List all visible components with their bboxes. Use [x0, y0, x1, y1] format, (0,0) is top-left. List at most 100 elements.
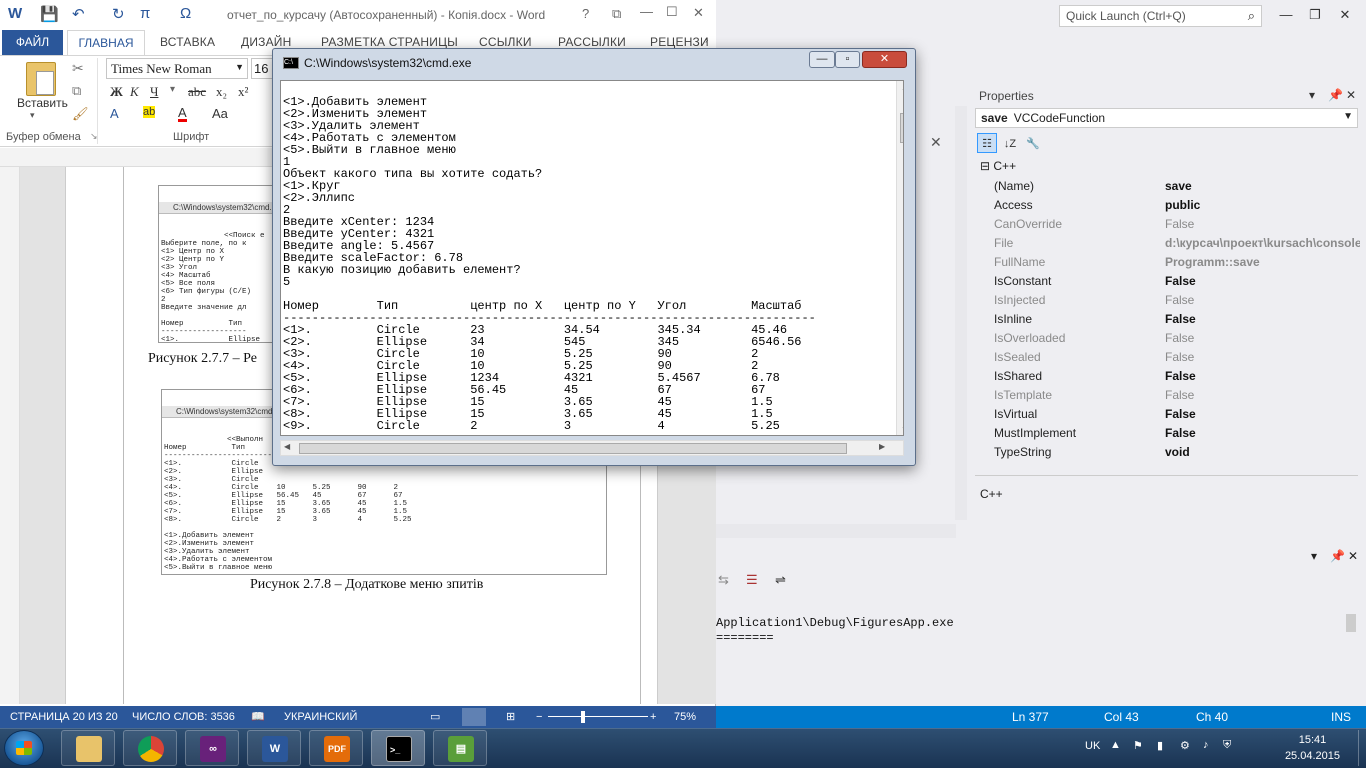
property-row[interactable]: IsVirtual False: [988, 405, 1358, 424]
tab-insert[interactable]: ВСТАВКА: [160, 35, 215, 49]
pin-icon[interactable]: 📌: [1328, 88, 1343, 102]
word-count[interactable]: ЧИСЛО СЛОВ: 3536: [132, 706, 235, 728]
property-row[interactable]: IsInline False: [988, 310, 1358, 329]
network-icon[interactable]: ▮: [1157, 739, 1163, 752]
strikethrough-icon[interactable]: abc: [188, 84, 206, 100]
font-name-select[interactable]: Times New Roman ▼: [106, 58, 248, 79]
minimize-button[interactable]: —: [809, 51, 835, 68]
tab-home[interactable]: ГЛАВНАЯ: [67, 30, 145, 56]
clock[interactable]: 15:41 25.04.2015: [1285, 732, 1340, 764]
property-row[interactable]: IsTemplate False: [988, 386, 1358, 405]
language-indicator[interactable]: УКРАИНСКИЙ: [284, 706, 357, 728]
scroll-down-icon[interactable]: ▼: [901, 425, 903, 434]
undo-icon[interactable]: ↶: [72, 5, 85, 23]
property-row[interactable]: MustImplement False: [988, 424, 1358, 443]
tab-layout[interactable]: РАЗМЕТКА СТРАНИЦЫ: [321, 35, 458, 49]
taskbar-cmd[interactable]: >_: [371, 730, 425, 766]
console-vscrollbar[interactable]: ▲ ▼: [896, 81, 903, 435]
web-layout-icon[interactable]: ⊞: [506, 706, 515, 728]
scroll-right-icon[interactable]: ▶: [879, 442, 885, 451]
cut-icon[interactable]: ✂: [72, 60, 84, 77]
start-button[interactable]: [4, 730, 44, 766]
quick-launch-input[interactable]: Quick Launch (Ctrl+Q) ⌕: [1059, 5, 1262, 27]
symbol-icon[interactable]: Ω: [180, 5, 191, 22]
highlight-icon[interactable]: ab: [143, 106, 156, 118]
volume-icon[interactable]: ♪: [1203, 739, 1209, 751]
property-pages-icon[interactable]: 🔧: [1023, 133, 1043, 153]
taskbar-pdf[interactable]: PDF: [309, 730, 363, 766]
property-row[interactable]: CanOverride False: [988, 215, 1358, 234]
property-row[interactable]: IsShared False: [988, 367, 1358, 386]
save-icon[interactable]: 💾: [40, 5, 59, 23]
editor-scrollbar[interactable]: [955, 106, 967, 520]
clear-all-icon[interactable]: ☰: [746, 572, 758, 588]
change-case-icon[interactable]: Aa: [212, 106, 228, 121]
zoom-in-icon[interactable]: +: [650, 706, 656, 728]
property-row[interactable]: IsConstant False: [988, 272, 1358, 291]
property-row[interactable]: File d:\курсач\проект\kursach\console: [988, 234, 1360, 253]
paste-icon[interactable]: [26, 62, 56, 96]
maximize-button[interactable]: ▫: [835, 51, 860, 68]
bold-icon[interactable]: Ж: [110, 84, 123, 100]
shield-icon[interactable]: ⛨: [1223, 739, 1231, 752]
console-area[interactable]: <1>.Добавить элемент <2>.Изменить элемен…: [280, 80, 904, 436]
alphabetical-icon[interactable]: ↓Z: [1000, 133, 1020, 153]
close-tab-icon[interactable]: ✕: [930, 134, 942, 151]
security-icon[interactable]: ⚙: [1180, 739, 1190, 752]
read-mode-icon[interactable]: ▭: [430, 706, 440, 728]
zoom-level[interactable]: 75%: [674, 706, 696, 728]
console-hscrollbar[interactable]: ◀ ▶: [280, 440, 904, 456]
format-painter-icon[interactable]: 🖌: [72, 106, 89, 122]
tab-review[interactable]: РЕЦЕНЗИ: [650, 35, 709, 49]
help-icon[interactable]: ?: [582, 6, 589, 21]
vertical-ruler[interactable]: [0, 167, 20, 704]
close-icon[interactable]: ✕: [1346, 88, 1356, 102]
ribbon-display-icon[interactable]: ⧉: [612, 6, 621, 22]
property-row[interactable]: IsInjected False: [988, 291, 1358, 310]
underline-icon[interactable]: Ч: [150, 84, 158, 100]
taskbar-app[interactable]: ▤: [433, 730, 487, 766]
chevron-down-icon[interactable]: ▾: [30, 110, 35, 121]
property-row[interactable]: IsSealed False: [988, 348, 1358, 367]
copy-icon[interactable]: ⧉: [72, 83, 81, 99]
property-row[interactable]: FullName Programm::save: [988, 253, 1358, 272]
tab-design[interactable]: ДИЗАЙН: [241, 35, 292, 49]
superscript-icon[interactable]: x²: [238, 84, 248, 100]
properties-category[interactable]: ⊟ C++: [980, 159, 1016, 173]
show-desktop-button[interactable]: [1358, 730, 1366, 766]
tab-mailings[interactable]: РАССЫЛКИ: [558, 35, 626, 49]
taskbar-explorer[interactable]: [61, 730, 115, 766]
tab-references[interactable]: ССЫЛКИ: [479, 35, 532, 49]
proofing-icon[interactable]: 📖: [251, 706, 265, 728]
dropdown-icon[interactable]: ▾: [1311, 549, 1317, 563]
property-row[interactable]: (Name) save: [988, 177, 1358, 196]
subscript-icon[interactable]: x₂: [216, 84, 227, 100]
zoom-slider-thumb[interactable]: [581, 711, 585, 723]
page-indicator[interactable]: СТРАНИЦА 20 ИЗ 20: [10, 706, 118, 728]
chevron-down-icon[interactable]: ▾: [170, 84, 175, 95]
restore-button[interactable]: ❐: [1305, 6, 1325, 24]
dialog-launcher-icon[interactable]: ↘: [90, 131, 98, 142]
tab-file[interactable]: ФАЙЛ: [2, 30, 63, 55]
close-button[interactable]: ✕: [1335, 6, 1355, 24]
cmd-window[interactable]: C:\ C:\Windows\system32\cmd.exe — ▫ ✕ <1…: [272, 48, 916, 466]
font-size-select[interactable]: 16: [251, 58, 273, 79]
output-scrollbar[interactable]: [1346, 614, 1356, 632]
show-hidden-icon[interactable]: ▲: [1110, 739, 1121, 751]
redo-icon[interactable]: ↻: [112, 5, 125, 23]
editor-hscrollbar[interactable]: [716, 524, 956, 538]
properties-object-selector[interactable]: save VCCodeFunction ▼: [975, 108, 1358, 128]
taskbar-chrome[interactable]: [123, 730, 177, 766]
scroll-up-icon[interactable]: ▲: [901, 83, 903, 92]
scroll-left-icon[interactable]: ◀: [284, 442, 290, 451]
pin-icon[interactable]: 📌: [1330, 549, 1345, 563]
property-row[interactable]: Access public: [988, 196, 1358, 215]
property-row[interactable]: IsOverloaded False: [988, 329, 1358, 348]
zoom-out-icon[interactable]: −: [536, 706, 542, 728]
zoom-slider[interactable]: [548, 716, 648, 717]
maximize-button[interactable]: ☐: [666, 4, 678, 20]
print-layout-icon[interactable]: [462, 708, 486, 726]
italic-icon[interactable]: К: [130, 84, 139, 100]
font-color-icon[interactable]: A: [178, 106, 187, 122]
categorized-icon[interactable]: ☷: [977, 133, 997, 153]
